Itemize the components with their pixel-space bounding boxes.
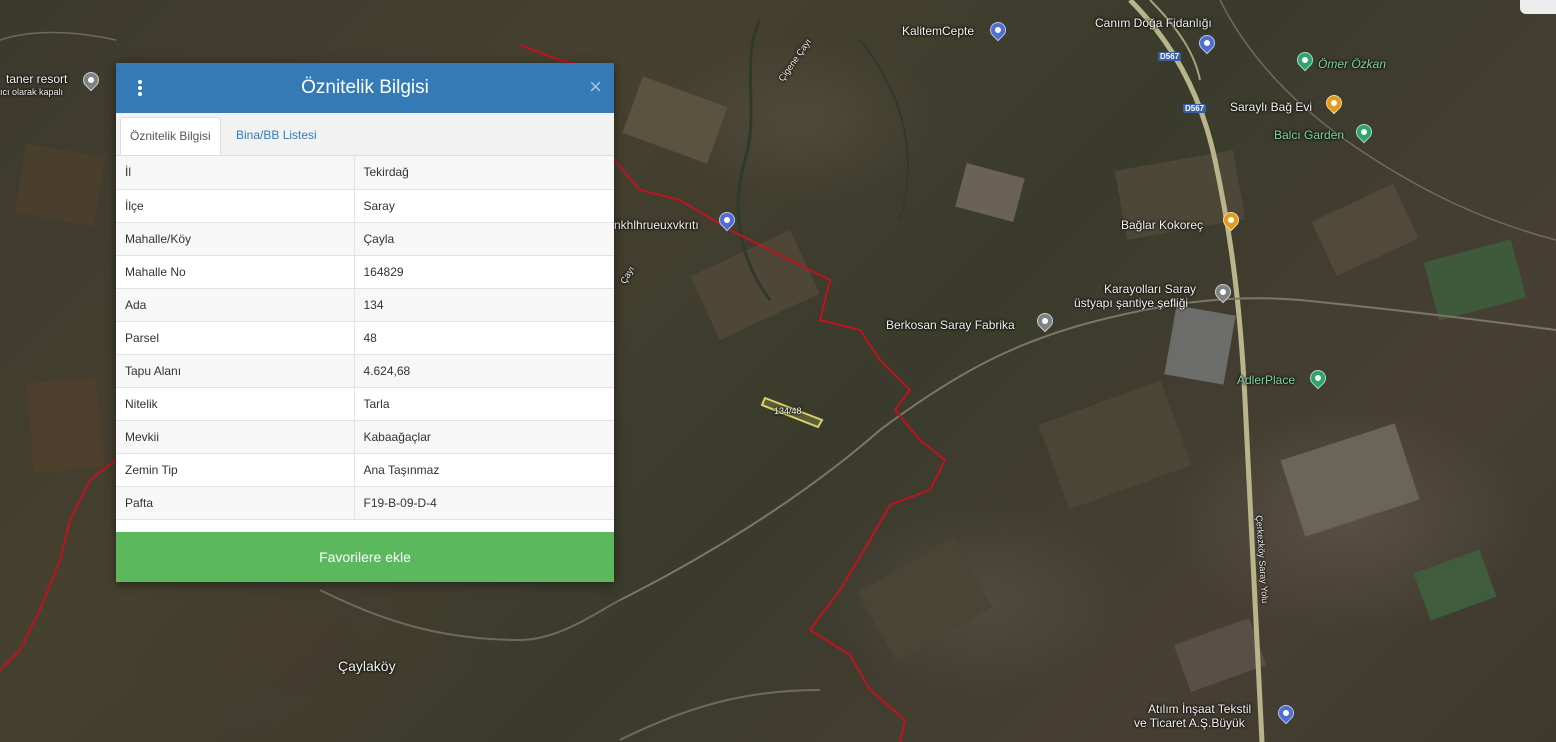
map-road: [619, 689, 821, 741]
road-number-badge: D567: [1183, 104, 1207, 113]
map-road: [319, 589, 621, 642]
map-label-baglar-kokorec[interactable]: Bağlar Kokoreç: [1121, 218, 1203, 232]
map-label-taner-resort-status: ıcı olarak kapalı: [0, 87, 64, 97]
table-row: Mahalle/Köy Çayla: [116, 222, 614, 256]
attribute-value: Ana Taşınmaz: [354, 453, 614, 487]
close-icon[interactable]: ×: [589, 76, 602, 98]
table-row: İlçe Saray: [116, 189, 614, 223]
map-road: [1219, 0, 1556, 241]
map-label-atilim-sub: ve Ticaret A.Ş.Büyük: [1134, 716, 1245, 730]
map-road: [0, 31, 117, 41]
table-row: Mahalle No 164829: [116, 255, 614, 289]
attribute-value: 48: [354, 321, 614, 355]
stream: [859, 39, 909, 221]
admin-boundary: [0, 459, 117, 671]
map-label-berkosan[interactable]: Berkosan Saray Fabrika: [886, 318, 1015, 332]
table-row: Ada 134: [116, 288, 614, 322]
map-label-adlerplace[interactable]: AdlerPlace: [1237, 373, 1295, 387]
road-number-badge: D567: [1158, 52, 1182, 61]
map-label-caylakoy[interactable]: Çaylaköy: [338, 658, 396, 674]
attribute-table: İl Tekirdağ İlçe Saray Mahalle/Köy Çayla…: [116, 156, 614, 520]
panel-tabs: Öznitelik Bilgisi Bina/BB Listesi: [116, 113, 614, 156]
attribute-key: Mahalle/Köy: [116, 222, 355, 256]
attribute-key: Nitelik: [116, 387, 355, 421]
tab-attribute-info[interactable]: Öznitelik Bilgisi: [120, 117, 221, 155]
map-label-atilim[interactable]: Atılım İnşaat Tekstil: [1148, 702, 1251, 716]
table-row: Nitelik Tarla: [116, 387, 614, 421]
attribute-key: İl: [116, 156, 355, 190]
table-row: Tapu Alanı 4.624,68: [116, 354, 614, 388]
stream: [736, 19, 772, 301]
attribute-value: F19-B-09-D-4: [354, 486, 614, 520]
attribute-key: Mahalle No: [116, 255, 355, 289]
map-label-canim-doga[interactable]: Canım Doğa Fidanlığı: [1095, 16, 1212, 30]
attribute-key: İlçe: [116, 189, 355, 223]
panel-header: Öznitelik Bilgisi ×: [116, 63, 614, 113]
map-label-kalitemcepte[interactable]: KalitemCepte: [902, 24, 974, 38]
map-label-karayollari[interactable]: Karayolları Saray: [1104, 282, 1196, 296]
table-row: Parsel 48: [116, 321, 614, 355]
attribute-key: Ada: [116, 288, 355, 322]
attribute-value: Tekirdağ: [354, 156, 614, 190]
add-to-favorites-button[interactable]: Favorilere ekle: [116, 532, 614, 582]
attribute-key: Parsel: [116, 321, 355, 355]
map-label-parcel: 134/48: [774, 406, 802, 416]
attribute-value: Saray: [354, 189, 614, 223]
map-road: [619, 297, 1556, 601]
table-row: Mevkii Kabaağaçlar: [116, 420, 614, 454]
attribute-value: 164829: [354, 255, 614, 289]
attribute-info-panel: Öznitelik Bilgisi × Öznitelik Bilgisi Bi…: [116, 63, 614, 582]
attribute-key: Tapu Alanı: [116, 354, 355, 388]
table-row: Zemin Tip Ana Taşınmaz: [116, 453, 614, 487]
attribute-value: Kabaağaçlar: [354, 420, 614, 454]
attribute-value: 134: [354, 288, 614, 322]
map-settings-button[interactable]: [1520, 0, 1556, 14]
highway-d567-ramp: [1149, 0, 1201, 81]
map-label-karayollari-sub: üstyapı şantiye şefliği: [1074, 296, 1189, 310]
table-row: Pafta F19-B-09-D-4: [116, 486, 614, 520]
table-row: İl Tekirdağ: [116, 156, 614, 190]
tab-building-list[interactable]: Bina/BB Listesi: [227, 117, 326, 154]
map-label-balci-garden[interactable]: Balcı Garden: [1274, 128, 1344, 142]
attribute-key: Zemin Tip: [116, 453, 355, 487]
map-label-taner-resort[interactable]: taner resort: [6, 72, 67, 86]
attribute-value: Çayla: [354, 222, 614, 256]
attribute-value: 4.624,68: [354, 354, 614, 388]
attribute-key: Mevkii: [116, 420, 355, 454]
map-label-sarayli-bag[interactable]: Saraylı Bağ Evi: [1230, 100, 1312, 114]
panel-title: Öznitelik Bilgisi: [301, 77, 429, 98]
attribute-key: Pafta: [116, 486, 355, 520]
map-label-omer-ozkan[interactable]: Ömer Özkan: [1318, 57, 1386, 71]
attribute-value: Tarla: [354, 387, 614, 421]
map-label-nkh[interactable]: nkhlhrueuxvkrıtı: [614, 218, 699, 232]
